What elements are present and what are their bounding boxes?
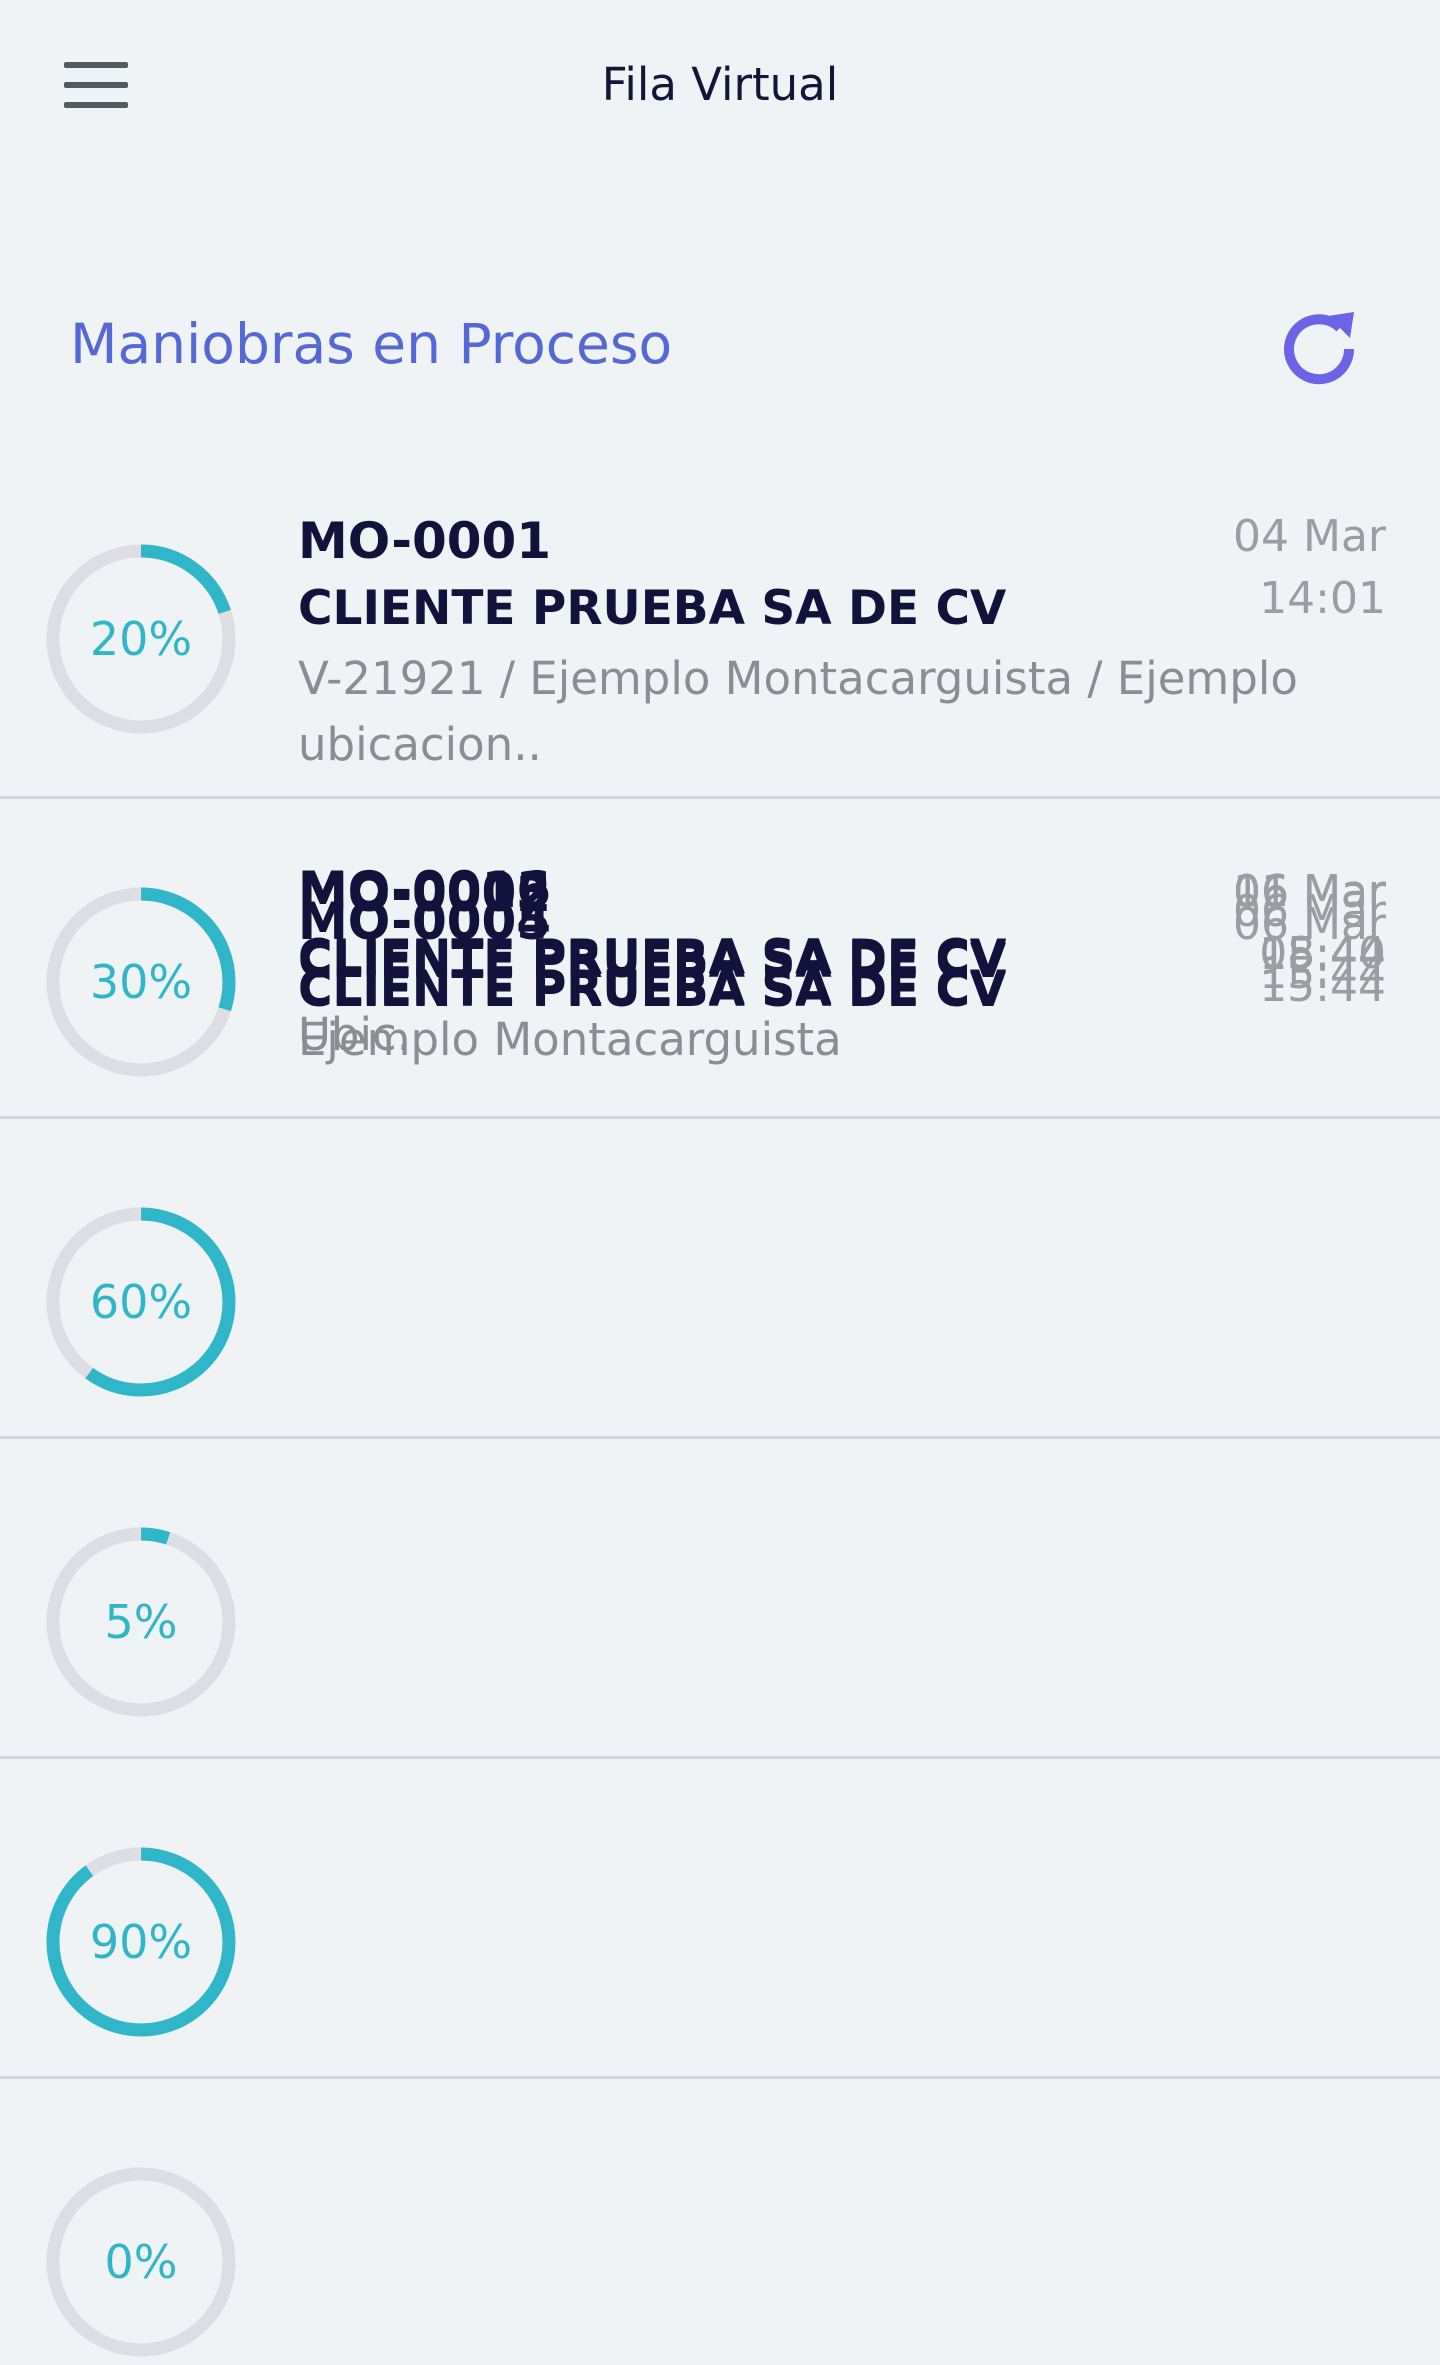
client-name: CLIENTE PRUEBA SA DE CV xyxy=(298,581,1007,636)
list-item[interactable]: 20% MO-0001 CLIENTE PRUEBA SA DE CV V-21921… xyxy=(0,476,1440,799)
list-item[interactable]: 0% MO-0016 CLIENTE PRUEBA SA DE CV 11 Mar 08… xyxy=(0,861,1440,2357)
progress-label: 20% xyxy=(89,612,193,666)
app-header: Fila Virtual xyxy=(0,0,1440,180)
progress-label: 30% xyxy=(89,955,193,1009)
list-item[interactable]: 60% MO-0003 CLIENTE PRUEBA SA DE CV Ubic. 06… xyxy=(0,862,1440,1439)
progress-ring: 30% xyxy=(38,879,244,1085)
date-label: 04 Mar xyxy=(1233,511,1386,562)
maniobra-code: MO-0001 xyxy=(298,512,552,570)
progress-label: 5% xyxy=(104,1595,178,1649)
section-header: Maniobras en Proceso xyxy=(0,290,1440,410)
maniobra-code: MO-0016 xyxy=(298,861,552,919)
time-label: 08:40 xyxy=(1259,928,1386,979)
time-label: 14:01 xyxy=(1259,573,1386,624)
client-name: CLIENTE PRUEBA SA DE CV xyxy=(298,930,1007,985)
list-item[interactable]: 90% MO-0005 CLIENTE PRUEBA SA DE CV 06 Mar 1… xyxy=(0,893,1440,2079)
progress-ring: 60% xyxy=(38,1199,244,1405)
progress-ring: 20% xyxy=(38,536,244,742)
maniobra-detail: V-21921 / Ejemplo Montacarguista / Ejemp… xyxy=(298,652,1298,771)
progress-label: 0% xyxy=(104,2235,178,2289)
page-title: Fila Virtual xyxy=(601,58,839,111)
progress-ring: 5% xyxy=(38,1519,244,1725)
timestamp: 04 Mar 14:01 xyxy=(1126,506,1386,630)
list-item[interactable]: 5% MO-0004 CLIENTE PRUEBA SA DE CV 06 Mar 15… xyxy=(0,886,1440,1759)
progress-ring: 0% xyxy=(38,2159,244,2365)
timestamp: 11 Mar 08:40 xyxy=(1126,861,1386,985)
progress-label: 60% xyxy=(89,1275,193,1329)
date-label: 11 Mar xyxy=(1233,866,1386,917)
refresh-icon[interactable] xyxy=(1270,300,1368,398)
progress-ring: 90% xyxy=(38,1839,244,2045)
progress-label: 90% xyxy=(89,1915,193,1969)
section-title: Maniobras en Proceso xyxy=(70,312,673,376)
